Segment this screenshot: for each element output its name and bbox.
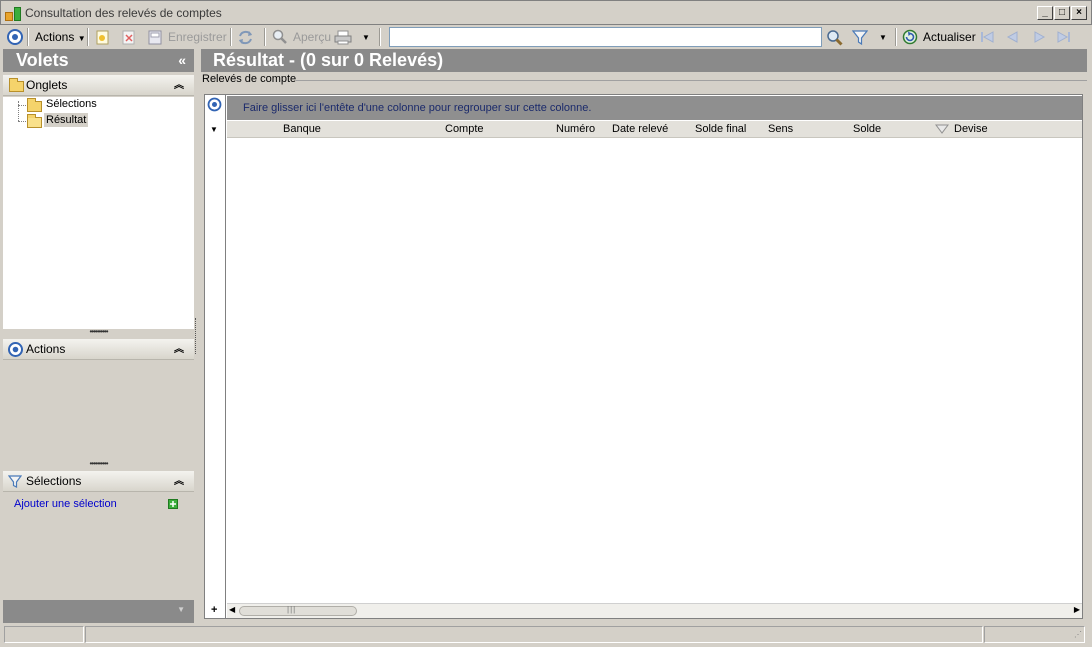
filter-icon[interactable] <box>851 29 869 49</box>
toolbar-separator <box>264 28 266 46</box>
actions-section-title: Actions <box>26 342 66 356</box>
actions-icon <box>8 342 23 364</box>
sync-icon[interactable] <box>237 29 254 49</box>
app-icon <box>5 7 21 21</box>
folder-icon <box>9 78 24 92</box>
toolbar-separator <box>379 28 381 46</box>
refresh-icon <box>902 29 918 48</box>
tree-connector <box>18 101 19 121</box>
selections-section-header[interactable]: Sélections ︽ <box>3 471 194 492</box>
results-grid[interactable]: ▼ + Faire glisser ici l'entête d'une col… <box>204 94 1083 619</box>
next-page-icon[interactable] <box>1031 29 1047 48</box>
window-titlebar: Consultation des relevés de comptes _ □ … <box>0 0 1092 25</box>
side-panel-footer: ▼ <box>3 600 194 623</box>
onglets-section-header[interactable]: Onglets ︽ <box>3 75 194 96</box>
print-dropdown-icon[interactable]: ▼ <box>362 33 370 42</box>
maximize-button[interactable]: □ <box>1054 6 1070 20</box>
collapse-section-icon[interactable]: ︽ <box>174 471 184 492</box>
minimize-button[interactable]: _ <box>1037 6 1053 20</box>
selections-body: Ajouter une sélection <box>3 493 194 597</box>
chevron-down-icon: ▼ <box>77 34 86 43</box>
refresh-button[interactable]: Actualiser <box>923 27 976 47</box>
last-page-icon[interactable] <box>1056 29 1072 48</box>
resize-grip-icon[interactable]: ⋰ <box>1074 630 1082 639</box>
toolbar: Actions ▼ Enregistrer Aperçu ▼ ▼ Actuali… <box>0 25 1092 49</box>
printer-icon[interactable] <box>334 30 352 48</box>
window-title: Consultation des relevés de comptes <box>25 6 222 20</box>
close-button[interactable]: × <box>1071 6 1087 20</box>
group-box-label: Relevés de compte <box>202 73 297 85</box>
first-page-icon[interactable] <box>979 29 995 48</box>
actions-section-header[interactable]: Actions ︽ <box>3 339 194 360</box>
onglets-section-title: Onglets <box>26 78 68 92</box>
actions-menu-button[interactable]: Actions ▼ <box>35 27 86 47</box>
toolbar-separator <box>27 28 29 46</box>
magnifier-icon <box>272 29 288 48</box>
open-folder-icon <box>27 114 42 128</box>
actions-menu-label: Actions <box>35 30 75 44</box>
group-by-panel[interactable]: Faire glisser ici l'entête d'une colonne… <box>227 96 1082 120</box>
selections-section-title: Sélections <box>26 474 82 488</box>
scroll-left-icon[interactable]: ◀ <box>229 605 235 614</box>
toolbar-separator <box>895 28 897 46</box>
grid-row-gutter: ▼ + <box>205 95 226 618</box>
toolbar-separator <box>230 28 232 46</box>
add-row-icon[interactable]: + <box>211 604 217 616</box>
column-header-sens[interactable]: Sens <box>768 123 793 135</box>
new-document-icon[interactable] <box>96 30 110 48</box>
tree-item-label: Sélections <box>46 98 97 110</box>
group-box-line <box>296 80 1087 81</box>
add-selection-link[interactable]: Ajouter une sélection <box>14 498 117 510</box>
add-icon[interactable] <box>168 499 178 512</box>
onglets-tree: Sélections Résultat <box>3 97 194 329</box>
column-header-banque[interactable]: Banque <box>283 123 321 135</box>
collapse-section-icon[interactable]: ︽ <box>174 339 184 360</box>
column-header-compte[interactable]: Compte <box>445 123 484 135</box>
search-input[interactable] <box>389 27 822 47</box>
previous-page-icon[interactable] <box>1005 29 1021 48</box>
splitter-grip[interactable]: •••••••••• <box>3 328 194 337</box>
column-header-row: Banque Compte Numéro Date relevé Solde f… <box>227 121 1082 138</box>
scrollbar-thumb[interactable]: ||| <box>239 605 357 616</box>
splitter-grip[interactable]: •••••••••• <box>3 460 194 469</box>
scroll-right-icon[interactable]: ▶ <box>1074 605 1080 614</box>
collapse-panel-button[interactable]: « <box>178 49 186 72</box>
filter-dropdown-icon[interactable]: ▼ <box>879 33 887 42</box>
status-bar: ⋰ <box>0 624 1092 647</box>
horizontal-scrollbar[interactable]: ◀ ||| ▶ <box>227 603 1082 618</box>
folder-icon <box>27 98 42 112</box>
side-panel: Volets « Onglets ︽ Sélections Résultat •… <box>3 49 194 623</box>
side-panel-title: Volets <box>16 50 69 70</box>
status-panel <box>4 626 84 643</box>
grid-options-icon[interactable] <box>207 97 222 115</box>
column-header-devise[interactable]: Devise <box>954 123 988 135</box>
preview-button[interactable]: Aperçu <box>293 27 331 47</box>
column-header-solde-final[interactable]: Solde final <box>695 123 746 135</box>
chevron-down-icon[interactable]: ▼ <box>177 605 185 614</box>
save-button[interactable]: Enregistrer <box>168 27 227 47</box>
column-filter-icon[interactable] <box>935 124 949 138</box>
result-header: Résultat - (0 sur 0 Relevés) <box>201 49 1087 72</box>
toolbar-separator <box>87 28 89 46</box>
column-header-numero[interactable]: Numéro <box>556 123 595 135</box>
vertical-splitter-grip[interactable] <box>195 318 198 354</box>
tree-item-label: Résultat <box>44 113 89 127</box>
search-icon[interactable] <box>826 29 843 49</box>
expand-rows-icon[interactable]: ▼ <box>210 125 218 134</box>
actions-icon <box>7 29 23 48</box>
tree-connector <box>18 121 26 122</box>
column-header-solde[interactable]: Solde <box>853 123 881 135</box>
column-header-date-releve[interactable]: Date relevé <box>612 123 668 135</box>
delete-icon[interactable] <box>122 30 136 48</box>
tree-connector <box>18 105 26 106</box>
status-panel <box>85 626 983 643</box>
save-icon <box>148 30 164 48</box>
side-panel-header: Volets « <box>3 49 194 72</box>
scrollbar-grip-icon: ||| <box>287 605 297 614</box>
collapse-section-icon[interactable]: ︽ <box>174 75 184 96</box>
status-panel <box>984 626 1085 643</box>
